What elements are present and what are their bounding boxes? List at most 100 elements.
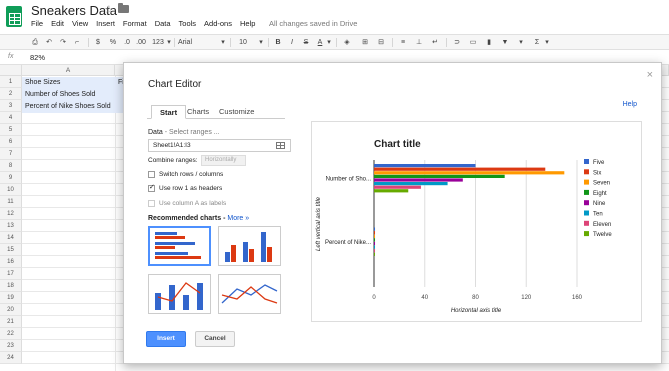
wrap-icon[interactable]: ↵ (430, 37, 440, 48)
print-icon[interactable]: ⎙ (30, 37, 40, 48)
legend-label[interactable]: Ten (593, 212, 603, 218)
headers-checkbox[interactable] (148, 183, 155, 192)
valign-icon[interactable]: ⊥ (414, 37, 424, 48)
cancel-button[interactable]: Cancel (195, 331, 235, 347)
undo-icon[interactable]: ↶ (44, 37, 54, 48)
cell-a1[interactable]: Shoe Sizes (22, 77, 115, 89)
chevron-down-icon[interactable]: ▾ (258, 37, 264, 48)
star-icon[interactable]: ☆ (104, 3, 114, 16)
switch-rows-checkbox[interactable] (148, 171, 155, 178)
bar-nine[interactable] (374, 241, 376, 246)
legend-label[interactable]: Nine (593, 201, 606, 207)
merge-cells-icon[interactable]: ⊟ (376, 37, 386, 48)
row-number[interactable]: 1 (0, 76, 22, 88)
font-select[interactable]: Arial (178, 37, 194, 48)
bar-five[interactable] (374, 227, 376, 231)
labels-checkbox[interactable] (148, 200, 155, 207)
headers-option[interactable]: Use row 1 as headers (148, 183, 222, 192)
row-number[interactable]: 4 (0, 112, 22, 124)
comment-icon[interactable]: ▭ (468, 37, 478, 48)
row-number[interactable]: 8 (0, 160, 22, 172)
legend-label[interactable]: Eight (593, 191, 607, 197)
menu-format[interactable]: Format (123, 19, 147, 28)
chart-thumb-bar[interactable] (148, 226, 211, 266)
y-axis-title[interactable]: Left vertical axis title (316, 196, 322, 251)
chart-preview[interactable]: Chart title Left vertical axis title Hor… (311, 121, 642, 322)
chart-title[interactable]: Chart title (374, 139, 421, 150)
select-all-corner[interactable] (0, 65, 22, 76)
bar-eight[interactable] (374, 238, 376, 242)
italic-button[interactable]: I (288, 37, 296, 48)
align-icon[interactable]: ≡ (398, 37, 408, 48)
bar-ten[interactable] (374, 245, 376, 249)
save-status[interactable]: All changes saved in Drive (269, 19, 357, 28)
chart-thumb-column[interactable] (218, 226, 281, 266)
fill-color-icon[interactable]: ◈ (342, 37, 352, 48)
bar-ten[interactable] (374, 182, 448, 186)
legend-label[interactable]: Five (593, 160, 605, 166)
row-number[interactable]: 10 (0, 184, 22, 196)
text-color-button[interactable]: A (316, 37, 324, 48)
close-icon[interactable]: × (647, 69, 653, 81)
help-link[interactable]: Help (623, 101, 637, 108)
row-number[interactable]: 13 (0, 220, 22, 232)
insert-button[interactable]: Insert (146, 331, 186, 347)
row-number[interactable]: 14 (0, 232, 22, 244)
chart-thumb-line[interactable] (218, 274, 281, 314)
strikethrough-button[interactable]: S (302, 37, 310, 48)
bar-seven[interactable] (374, 234, 376, 238)
row-number[interactable]: 18 (0, 280, 22, 292)
row-number[interactable]: 2 (0, 88, 22, 100)
bar-eight[interactable] (374, 174, 505, 178)
row-number[interactable]: 5 (0, 124, 22, 136)
row-number[interactable]: 20 (0, 304, 22, 316)
tab-start[interactable]: Start (151, 105, 187, 119)
column-header-a[interactable]: A (22, 65, 115, 76)
paint-format-icon[interactable]: ⌐ (72, 37, 82, 48)
row-number[interactable]: 23 (0, 340, 22, 352)
switch-rows-option[interactable]: Switch rows / columns (148, 171, 223, 178)
combine-ranges-select[interactable]: Horizontally (201, 155, 246, 166)
row-number[interactable]: 12 (0, 208, 22, 220)
bar-six[interactable] (374, 231, 376, 235)
sheets-logo-icon[interactable] (6, 6, 22, 27)
chevron-down-icon[interactable]: ▾ (544, 37, 550, 48)
functions-icon[interactable]: Σ (532, 37, 542, 48)
bar-eleven[interactable] (374, 249, 376, 253)
filter-views-icon[interactable]: ▾ (516, 37, 526, 48)
x-axis-title[interactable]: Horizontal axis title (451, 308, 502, 314)
bar-eleven[interactable] (374, 185, 421, 189)
font-size-select[interactable]: 10 (238, 37, 248, 48)
chart-thumb-combo[interactable] (148, 274, 211, 314)
formula-input[interactable]: 82% (30, 53, 45, 62)
cell-a2[interactable]: Number of Shoes Sold (22, 89, 123, 101)
percent-button[interactable]: % (108, 37, 118, 48)
row-number[interactable]: 21 (0, 316, 22, 328)
redo-icon[interactable]: ↷ (58, 37, 68, 48)
bar-twelve[interactable] (374, 252, 376, 256)
chevron-down-icon[interactable]: ▾ (166, 37, 172, 48)
bold-button[interactable]: B (274, 37, 282, 48)
tab-charts[interactable]: Charts (187, 105, 209, 119)
legend-label[interactable]: Six (593, 170, 601, 176)
bar-nine[interactable] (374, 178, 463, 182)
legend-label[interactable]: Eleven (593, 222, 611, 228)
bar-six[interactable] (374, 167, 546, 171)
range-input[interactable]: Sheet1!A1:I3 (148, 139, 291, 152)
row-number[interactable]: 7 (0, 148, 22, 160)
row-number[interactable]: 17 (0, 268, 22, 280)
row-number[interactable]: 16 (0, 256, 22, 268)
more-formats-button[interactable]: 123 (150, 37, 166, 48)
decrease-decimal-button[interactable]: .0 (122, 37, 132, 48)
bar-five[interactable] (374, 164, 476, 168)
legend-label[interactable]: Seven (593, 181, 610, 187)
chevron-down-icon[interactable]: ▾ (326, 37, 332, 48)
row-number[interactable]: 9 (0, 172, 22, 184)
tab-customize[interactable]: Customize (219, 105, 254, 119)
chart-icon[interactable]: ▮ (484, 37, 494, 48)
menu-tools[interactable]: Tools (179, 19, 197, 28)
row-number[interactable]: 19 (0, 292, 22, 304)
menu-data[interactable]: Data (155, 19, 171, 28)
menu-view[interactable]: View (72, 19, 88, 28)
folder-icon[interactable] (118, 3, 129, 13)
